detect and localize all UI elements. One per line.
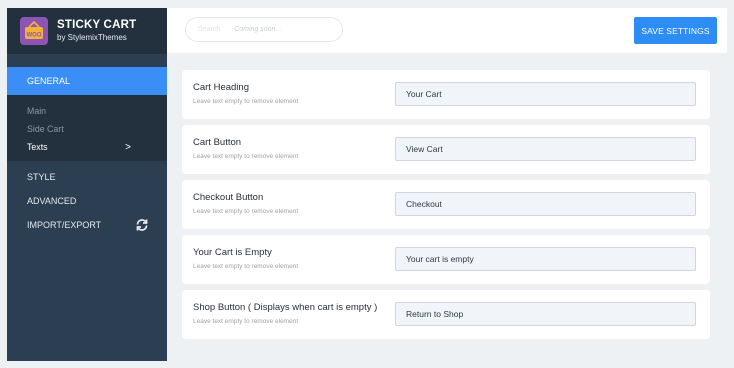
search-coming-soon-note: Coming soon... — [234, 26, 282, 33]
setting-title: Your Cart is Empty — [193, 247, 272, 258]
brand-title: STICKY CART — [57, 19, 137, 32]
sidebar-subitem-label: Side Cart — [27, 124, 64, 134]
chevron-right-icon: > — [125, 141, 131, 153]
sidebar-item-label: ADVANCED — [27, 196, 77, 206]
sidebar-subitem-texts[interactable]: Texts > — [7, 138, 167, 156]
top-bar: Search Coming soon... SAVE SETTINGS — [167, 8, 727, 53]
sidebar-subnav: Main Side Cart Texts > — [7, 95, 167, 161]
setting-card-cart-button: Cart Button Leave text empty to remove e… — [182, 125, 710, 174]
shop-button-input[interactable]: Return to Shop — [395, 302, 696, 326]
setting-hint: Leave text empty to remove element — [193, 318, 299, 325]
setting-card-cart-empty: Your Cart is Empty Leave text empty to r… — [182, 235, 710, 284]
setting-hint: Leave text empty to remove element — [193, 153, 299, 160]
logo-text: WOO — [27, 33, 42, 39]
setting-card-checkout-button: Checkout Button Leave text empty to remo… — [182, 180, 710, 229]
sidebar-item-label: GENERAL — [27, 76, 71, 86]
checkout-button-input[interactable]: Checkout — [395, 192, 696, 216]
brand: WOO STICKY CART by StylemixThemes — [7, 8, 167, 54]
setting-title: Cart Heading — [193, 82, 249, 93]
sidebar-subitem-main[interactable]: Main — [7, 102, 167, 120]
setting-hint: Leave text empty to remove element — [193, 263, 299, 270]
sidebar: WOO STICKY CART by StylemixThemes GENERA… — [7, 8, 167, 361]
search-input[interactable]: Search Coming soon... — [185, 17, 343, 42]
sidebar-subitem-label: Texts — [27, 142, 48, 152]
setting-hint: Leave text empty to remove element — [193, 98, 299, 105]
cart-heading-input[interactable]: Your Cart — [395, 82, 696, 106]
sidebar-item-advanced[interactable]: ADVANCED — [7, 189, 167, 213]
sidebar-subitem-label: Main — [27, 106, 47, 116]
setting-card-shop-button: Shop Button ( Displays when cart is empt… — [182, 290, 710, 339]
setting-hint: Leave text empty to remove element — [193, 208, 299, 215]
cart-button-input[interactable]: View Cart — [395, 137, 696, 161]
cart-empty-input[interactable]: Your cart is empty — [395, 247, 696, 271]
sidebar-item-label: STYLE — [27, 172, 56, 182]
setting-title: Checkout Button — [193, 192, 264, 203]
sidebar-item-general[interactable]: GENERAL — [7, 67, 167, 95]
sidebar-item-import-export[interactable]: IMPORT/EXPORT — [7, 213, 167, 237]
sidebar-item-style[interactable]: STYLE — [7, 165, 167, 189]
search-placeholder: Search — [198, 26, 221, 33]
sidebar-item-label: IMPORT/EXPORT — [27, 220, 102, 230]
setting-title: Shop Button ( Displays when cart is empt… — [193, 302, 378, 313]
woo-basket-logo-icon: WOO — [20, 17, 48, 45]
save-settings-button[interactable]: SAVE SETTINGS — [634, 17, 717, 44]
setting-title: Cart Button — [193, 137, 242, 148]
refresh-icon — [135, 218, 149, 232]
setting-card-cart-heading: Cart Heading Leave text empty to remove … — [182, 70, 710, 119]
sidebar-subitem-side-cart[interactable]: Side Cart — [7, 120, 167, 138]
brand-subtitle: by StylemixThemes — [57, 32, 127, 42]
